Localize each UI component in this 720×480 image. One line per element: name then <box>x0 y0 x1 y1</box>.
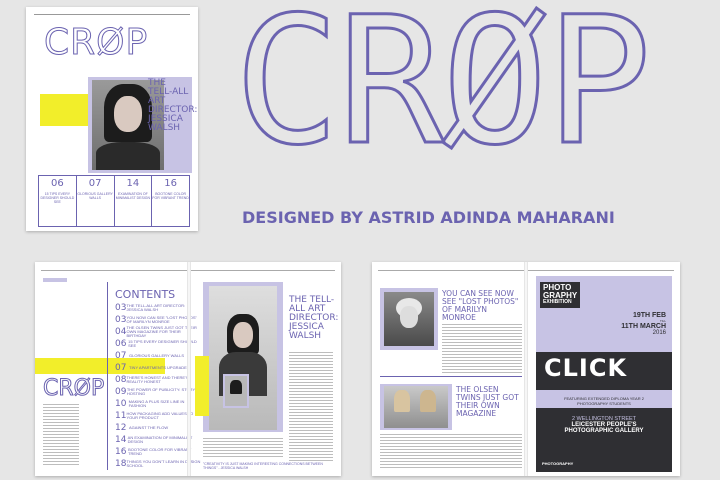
olsen-hair-2 <box>420 390 436 412</box>
toc-num: 09 <box>115 386 127 397</box>
toc-item[interactable]: 12 AGAINST THE FLOW <box>115 422 168 433</box>
poster-date-end: 11TH MARCH <box>621 323 666 330</box>
spread1-divider <box>107 282 108 470</box>
spread1-face <box>233 322 253 348</box>
cover-feature-num: 06 <box>51 178 64 189</box>
designer-credit: DESIGNED BY ASTRID ADINDA MAHARANI <box>242 208 615 227</box>
spread1-left-tab <box>43 278 67 282</box>
cover-feature-2: 07 GLORIOUS GALLERY WALLS <box>77 176 115 226</box>
olsen-body-text <box>380 434 522 468</box>
cover-feature-text: 15 TIPS EVERY DESIGNER SHOULD SEE <box>40 192 75 204</box>
poster-subtitle: FEATURING EXTENDED DIPLOMA YEAR 2 PHOTOG… <box>564 396 644 406</box>
poster-click-word: CLICK <box>544 354 628 382</box>
toc-num: 07 <box>115 362 127 373</box>
spread1-logo: CRØP <box>42 376 105 401</box>
olsen-hair-1 <box>394 390 410 412</box>
spread1-photo-yellow <box>195 356 209 416</box>
cover-features-box: 06 15 TIPS EVERY DESIGNER SHOULD SEE 07 … <box>38 175 190 227</box>
spread2-gutter <box>524 262 528 476</box>
olsen-headline: THE OLSEN TWINS JUST GOT THEIR OWN MAGAZ… <box>456 385 519 418</box>
poster-dates: 19TH FEB TILL 11TH MARCH 2016 <box>621 312 666 336</box>
cover-feature-1: 06 15 TIPS EVERY DESIGNER SHOULD SEE <box>39 176 77 226</box>
olsen-photo <box>384 386 448 428</box>
toc-item[interactable]: 07 GLORIOUS GALLERY WALLS <box>115 350 184 361</box>
toc-num: 18 <box>115 458 127 469</box>
cover-feature-num: 07 <box>88 178 102 189</box>
cover-feature-num: 14 <box>126 178 140 189</box>
spread1-body-text <box>289 352 333 462</box>
cover-header-strip <box>34 11 190 15</box>
poster-title-block: PHOTO GRAPHY EXHIBITION <box>540 282 581 308</box>
marilyn-face <box>400 306 418 328</box>
cover-feature-text: GLORIOUS GALLERY WALLS <box>77 192 113 200</box>
spread1-gutter <box>187 262 191 476</box>
spread1-feature-headline: THE TELL-ALL ART DIRECTOR: JESSICA WALSH <box>289 295 339 341</box>
cover-feature-text: EXAMINATION OF MINIMALIST DESIGN <box>115 192 151 200</box>
spread-features: YOU CAN SEE NOW SEE "LOST PHOTOS" OF MAR… <box>372 262 680 476</box>
cover-shoulders <box>96 142 160 170</box>
toc-num: 03 <box>115 302 127 313</box>
title-logo: CRØP <box>233 0 654 184</box>
magazine-cover: CRØP THE TELL-ALL ART DIRECTOR: JESSICA … <box>26 7 198 231</box>
spread1-colophon <box>43 404 79 466</box>
spread1-small-photo <box>223 374 249 408</box>
cover-headline: THE TELL-ALL ART DIRECTOR: JESSICA WALSH <box>148 78 198 133</box>
spread-contents: CRØP CONTENTS 03 THE TELL-ALL ART DIRECTO… <box>35 262 341 476</box>
contents-title: CONTENTS <box>115 288 176 301</box>
toc-num: 12 <box>115 422 127 433</box>
spread1-small-hair <box>230 380 242 394</box>
toc-text: GLORIOUS GALLERY WALLS <box>129 352 185 358</box>
toc-num: 06 <box>115 338 127 349</box>
exhibition-poster: PHOTO GRAPHY EXHIBITION 19TH FEB TILL 11… <box>536 276 672 472</box>
spread1-portrait-photo <box>209 286 277 430</box>
toc-text: AGAINST THE FLOW <box>129 424 169 430</box>
cover-feature-4: 16 BOOTONE COLOR FOR VIBRANT TREND <box>152 176 189 226</box>
cover-face <box>114 96 142 132</box>
toc-num: 16 <box>115 446 127 457</box>
cover-feature-3: 14 EXAMINATION OF MINIMALIST DESIGN <box>115 176 153 226</box>
spread1-quote: "CREATIVITY IS JUST MAKING INTERESTING C… <box>203 462 323 470</box>
toc-num: 03 <box>115 314 127 325</box>
cover-feature-num: 16 <box>164 178 177 189</box>
poster-brand: PHOTOGRAPHY <box>542 461 574 466</box>
poster-address-block: 2 WELLINGTON STREET LEICESTER PEOPLE'S P… <box>536 408 672 472</box>
toc-num: 14 <box>115 434 127 445</box>
spread2-section-rule <box>380 376 522 377</box>
toc-item[interactable]: 07 TINY APARTMENTS UPGRADES <box>115 362 189 373</box>
toc-num: 11 <box>115 410 127 421</box>
poster-address-3: PHOTOGRAPHIC GALLERY <box>564 428 644 434</box>
toc-num: 08 <box>115 374 127 385</box>
marilyn-photo <box>384 292 434 346</box>
poster-date-start: 19TH FEB <box>632 312 666 319</box>
toc-text: TINY APARTMENTS UPGRADES <box>129 364 190 370</box>
spread1-body-text-2 <box>203 438 283 458</box>
toc-num: 10 <box>115 398 127 409</box>
poster-title-3: EXHIBITION <box>543 299 572 305</box>
cover-logo: CRØP <box>43 22 149 63</box>
poster-year: 2016 <box>652 330 666 336</box>
marilyn-headline: YOU CAN SEE NOW SEE "LOST PHOTOS" OF MAR… <box>442 289 519 322</box>
marilyn-body-text <box>442 324 522 374</box>
toc-num: 07 <box>115 350 127 361</box>
toc-num: 04 <box>115 326 127 337</box>
cover-feature-text: BOOTONE COLOR FOR VIBRANT TREND <box>152 192 189 200</box>
